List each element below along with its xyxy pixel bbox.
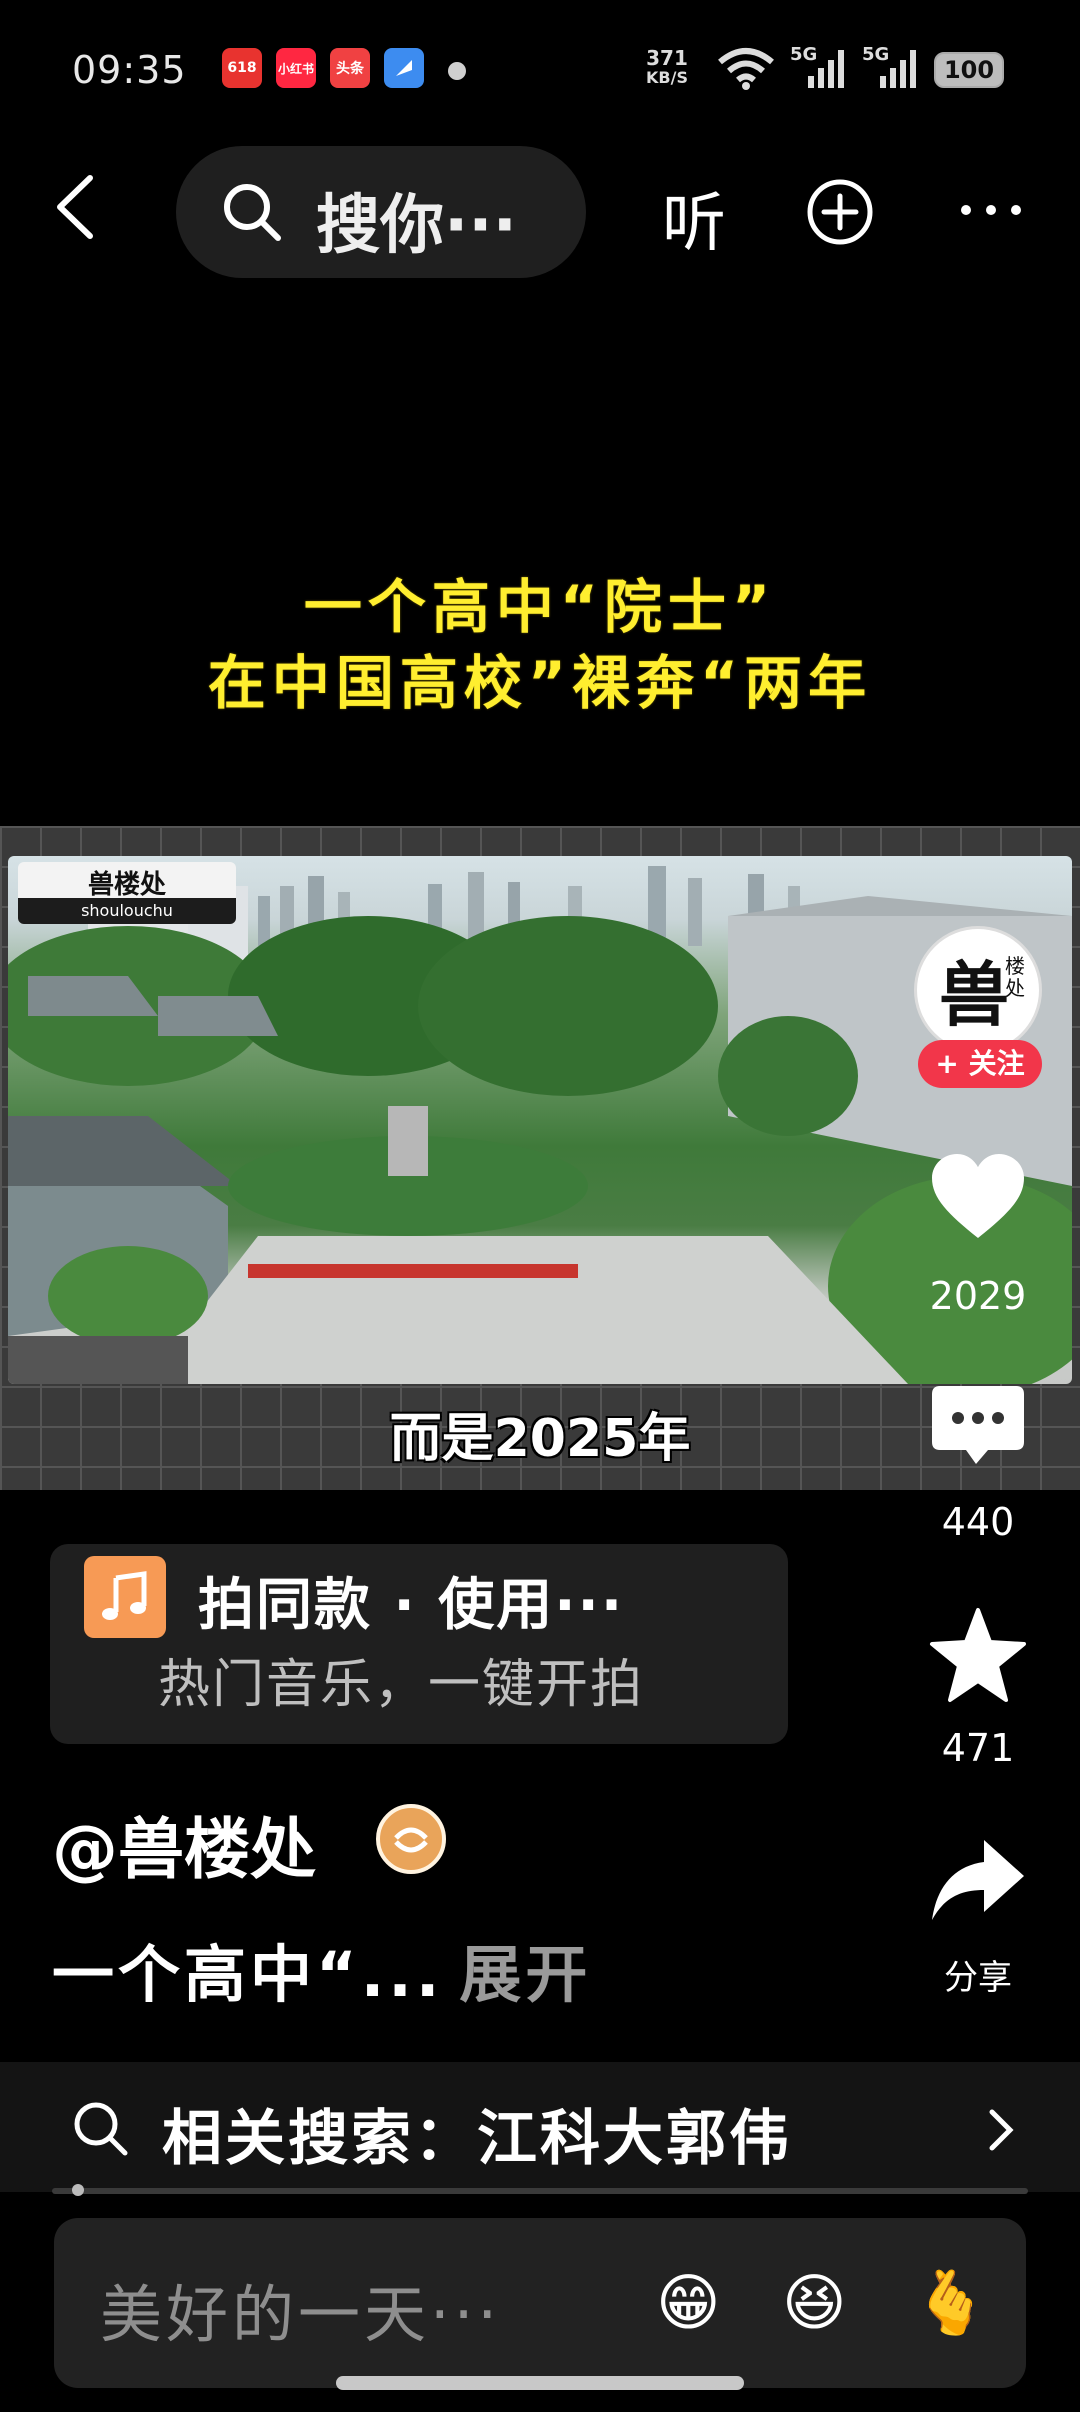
video-title-line-2: 在中国高校”裸奔“两年 xyxy=(207,649,873,717)
favorite-star-icon[interactable] xyxy=(928,1606,1028,1706)
share-arrow-icon[interactable] xyxy=(928,1832,1028,1932)
watermark-cn: 兽楼处 xyxy=(87,870,166,900)
music-card-title: 拍同款 · 使用··· xyxy=(198,1573,625,1638)
battery-indicator: 100 xyxy=(934,52,1004,88)
search-query: 搜你··· xyxy=(316,189,517,263)
like-heart-icon[interactable] xyxy=(928,1150,1028,1250)
author-avatar[interactable]: 兽 楼处 xyxy=(914,926,1042,1054)
avatar-big-char: 兽 xyxy=(939,954,1009,1036)
app-notification-blue-icon xyxy=(384,48,424,88)
favorite-count: 471 xyxy=(941,1726,1015,1770)
back-arrow-icon[interactable] xyxy=(50,172,98,242)
add-circle-icon[interactable] xyxy=(806,178,874,246)
emoji-laugh-icon[interactable]: 😆 xyxy=(782,2266,847,2339)
cell-signal-2-icon xyxy=(880,50,916,88)
comment-count: 440 xyxy=(941,1500,1015,1544)
related-search-icon xyxy=(74,2102,128,2156)
network-speed-value: 371 xyxy=(646,46,688,70)
music-note-icon xyxy=(84,1556,166,1638)
progress-handle[interactable] xyxy=(71,2184,84,2196)
related-search-bar[interactable]: 相关搜索：江科大郭伟 xyxy=(0,2062,1080,2192)
related-search-text: 相关搜索：江科大郭伟 xyxy=(162,2104,792,2174)
video-title-line-1: 一个高中“院士” xyxy=(303,573,777,641)
home-indicator[interactable] xyxy=(336,2376,744,2390)
search-box[interactable]: 搜你··· xyxy=(176,146,586,278)
network-speed-unit: KB/S xyxy=(646,68,688,87)
video-progress-bar[interactable] xyxy=(52,2184,1028,2196)
status-time: 09:35 xyxy=(72,48,187,92)
notification-dot-icon xyxy=(448,62,466,80)
post-description: 一个高中“... 展开 xyxy=(52,1924,591,2014)
listen-button[interactable]: 听 xyxy=(662,172,726,264)
comment-bubble-icon[interactable] xyxy=(928,1378,1028,1478)
app-notification-618-icon: 618 xyxy=(222,48,262,88)
share-label[interactable]: 分享 xyxy=(908,1950,1048,1999)
follow-button[interactable]: + 关注 xyxy=(918,1040,1042,1088)
channel-watermark: 兽楼处 shoulouchu xyxy=(18,862,236,924)
comment-input[interactable]: 美好的一天··· 😁 😆 🫰 xyxy=(54,2218,1026,2388)
expand-button[interactable]: 展开 xyxy=(459,1938,591,2011)
more-options-icon[interactable] xyxy=(956,190,1026,230)
video-subtitle: 而是2025年 xyxy=(389,1409,691,1469)
chevron-right-icon xyxy=(989,2109,1014,2151)
wifi-icon xyxy=(718,48,774,90)
comment-placeholder: 美好的一天··· xyxy=(100,2278,502,2351)
cell-signal-1-icon xyxy=(808,50,844,88)
avatar-small-chars: 楼处 xyxy=(1005,954,1025,1000)
emoji-grin-icon[interactable]: 😁 xyxy=(656,2266,721,2339)
post-description-text: 一个高中“... xyxy=(52,1938,444,2011)
like-count: 2029 xyxy=(929,1274,1027,1318)
app-notification-toutiao-icon: 头条 xyxy=(330,48,370,88)
app-notification-xiaohongshu-icon: 小红书 xyxy=(276,48,316,88)
watermark-en: shoulouchu xyxy=(18,898,236,924)
search-icon xyxy=(224,184,281,241)
author-name[interactable]: @兽楼处 xyxy=(52,1796,316,1892)
music-card-subtitle: 热门音乐，一键开拍 xyxy=(158,1655,645,1715)
emoji-finger-heart-icon[interactable]: 🫰 xyxy=(912,2266,989,2340)
verified-badge-icon xyxy=(376,1804,446,1874)
network-speed: 371 KB/S xyxy=(646,48,688,88)
shoot-same-music-card[interactable]: 拍同款 · 使用··· 热门音乐，一键开拍 xyxy=(50,1544,788,1744)
